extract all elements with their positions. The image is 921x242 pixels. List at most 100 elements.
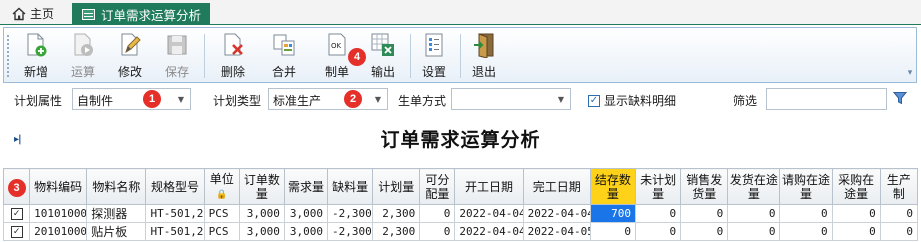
column-header[interactable]: 请购在途量 [779,168,833,205]
column-header[interactable]: 生产制 [879,168,919,205]
cell-code[interactable]: 20101000 [29,222,88,241]
cell-unit[interactable]: PCS [203,204,240,223]
plan-type-label: 计划类型 [213,94,262,108]
cell-ship-transit[interactable]: 0 [727,222,781,241]
cell-start-date[interactable]: 2022-04-04 [454,204,524,223]
cell-spec[interactable]: HT-501,2 [145,222,205,241]
cell-allocatable[interactable]: 0 [419,204,456,223]
tab-order-demand-analysis[interactable]: 订单需求运算分析 [72,3,210,25]
column-header[interactable]: 开工日期 [454,168,524,205]
exit-button-label: 退出 [471,65,496,79]
compute-icon [69,31,97,59]
annotation-badge-1: 1 [143,90,161,108]
cell-name[interactable]: 探测器 [86,204,147,223]
home-icon [12,7,26,20]
checkbox-checked-icon[interactable]: ✓ [10,208,23,220]
column-header[interactable]: 销售发货量 [680,168,729,205]
table-row[interactable]: ✓ 10101000 探测器 HT-501,2 PCS 3,000 3,000 … [2,204,919,223]
cell-ship-transit[interactable]: 0 [727,204,781,223]
table-row[interactable]: ✓ 20101000 贴片板 HT-501,2 PCS 3,000 3,000 … [2,222,919,241]
plan-attr-select[interactable]: 自制件 ▼ [72,88,191,110]
cell-order-qty[interactable]: 3,000 [238,204,285,223]
settings-button[interactable]: 设置 [412,31,456,81]
column-header[interactable]: 采购在途量 [831,168,881,205]
cell-spec[interactable]: HT-501,2 [145,204,205,223]
cell-code[interactable]: 10101000 [29,204,88,223]
show-shortage-checkbox[interactable]: ✓ 显示缺料明细 [588,92,676,109]
cell-stock[interactable]: 0 [589,222,637,241]
cell-prod[interactable]: 0 [879,222,919,241]
plan-attr-value: 自制件 [77,94,114,108]
cell-finish-date[interactable]: 2022-04-04 [522,204,591,223]
filter-input[interactable] [766,88,887,110]
report-title: 订单需求运算分析 [380,129,541,151]
edit-button[interactable]: 修改 [108,31,152,81]
delete-button[interactable]: 删除 [211,31,255,81]
export-button-label: 输出 [370,65,395,79]
chevron-down-icon[interactable]: ▼ [172,89,190,109]
compute-button[interactable]: 运算 [61,31,105,81]
exit-button[interactable]: 退出 [462,31,506,81]
merge-button[interactable]: 合并 [262,31,306,81]
cell-stock[interactable]: 700 [589,204,637,223]
column-header[interactable]: 规格型号 [145,168,205,205]
tab-home[interactable]: 主页 [4,3,62,24]
toolbar-grip[interactable] [6,34,10,78]
cell-demand[interactable]: 3,000 [283,222,329,241]
cell-demand[interactable]: 3,000 [283,204,329,223]
filter-funnel-icon[interactable] [893,91,907,105]
production-mode-label: 生单方式 [398,94,447,108]
cell-finish-date[interactable]: 2022-04-05 [522,222,591,241]
cell-shortage[interactable]: -2,300 [327,204,374,223]
cell-sales-ship[interactable]: 0 [680,204,729,223]
export-button[interactable]: 输出 [361,31,405,81]
column-header[interactable]: 订单数量 [238,168,285,205]
checkbox-checked-icon[interactable]: ✓ [588,94,600,107]
cell-shortage[interactable]: -2,300 [327,222,374,241]
cell-plan-qty[interactable]: 2,300 [372,222,421,241]
cell-req-transit[interactable]: 0 [779,222,833,241]
column-header[interactable]: 物料名称 [86,168,147,205]
cell-allocatable[interactable]: 0 [419,222,456,241]
row-select-cell[interactable]: ✓ [2,222,31,241]
column-header[interactable]: 物料编码 [29,168,88,205]
cell-unplanned[interactable]: 0 [634,222,682,241]
column-header[interactable]: 可分配量 [419,168,456,205]
cell-req-transit[interactable]: 0 [779,204,833,223]
cell-unplanned[interactable]: 0 [634,204,682,223]
cell-start-date[interactable]: 2022-04-04 [454,222,524,241]
column-header[interactable]: 计划量 [372,168,421,205]
plan-type-select[interactable]: 标准生产 ▼ [268,88,388,110]
save-button[interactable]: 保存 [155,31,199,81]
merge-icon [270,31,298,59]
cell-order-qty[interactable]: 3,000 [238,222,285,241]
production-mode-select[interactable]: ▼ [451,88,571,110]
column-header[interactable]: 完工日期 [522,168,591,205]
toolbar-overflow-icon[interactable]: ▾ [906,34,914,78]
demand-grid: 3 物料编码 物料名称 规格型号 单位 🔒 订单数量 需求量 缺料量 计划量 可… [2,168,919,241]
column-header-stock[interactable]: 结存数量 [589,168,637,205]
cell-prod[interactable]: 0 [879,204,919,223]
checkbox-checked-icon[interactable]: ✓ [10,226,23,238]
column-header[interactable]: 需求量 [283,168,329,205]
save-button-label: 保存 [164,65,189,79]
cell-po-transit[interactable]: 0 [831,204,881,223]
column-header[interactable]: 未计划量 [634,168,682,205]
chevron-down-icon[interactable]: ▼ [552,89,570,109]
cell-sales-ship[interactable]: 0 [680,222,729,241]
cell-po-transit[interactable]: 0 [831,222,881,241]
column-header[interactable]: 单位 🔒 [203,168,240,205]
cell-plan-qty[interactable]: 2,300 [372,204,421,223]
new-button[interactable]: 新增 [14,31,58,81]
cell-unit[interactable]: PCS [203,222,240,241]
cell-name[interactable]: 贴片板 [86,222,147,241]
column-header[interactable]: 发货在途量 [727,168,781,205]
toolbar-separator [204,34,205,78]
settings-button-label: 设置 [421,65,446,79]
row-select-cell[interactable]: ✓ [2,204,31,223]
column-header[interactable]: 缺料量 [327,168,374,205]
chevron-down-icon[interactable]: ▼ [369,89,387,109]
annotation-badge-3: 3 [7,178,26,197]
exit-icon [470,31,498,59]
grid-select-header: 3 [2,168,31,205]
